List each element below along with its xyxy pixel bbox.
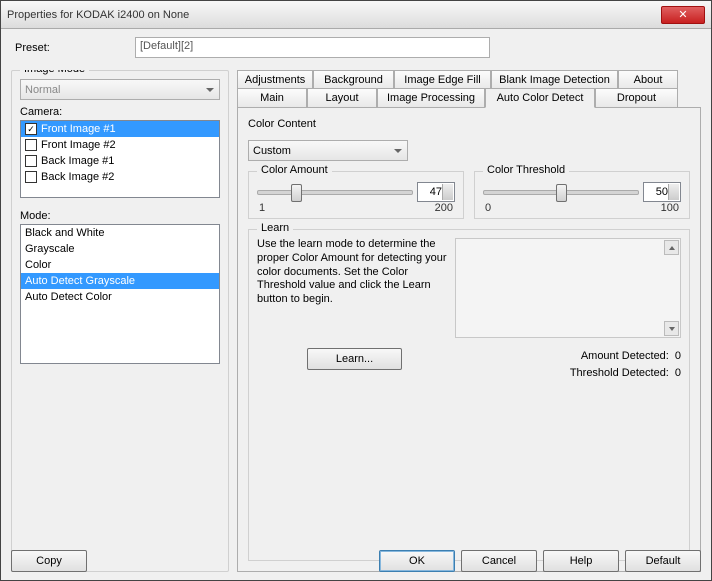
threshold-detected-label: Threshold Detected:: [570, 365, 669, 382]
camera-item[interactable]: Front Image #2: [21, 137, 219, 153]
camera-list[interactable]: Front Image #1 Front Image #2 Back Image #…: [20, 120, 220, 198]
image-mode-combo[interactable]: Normal: [20, 79, 220, 100]
image-mode-group: Image Mode Normal Camera: Front Image #1…: [11, 70, 229, 572]
left-column: Image Mode Normal Camera: Front Image #1…: [11, 70, 229, 572]
tab-auto-color-detect[interactable]: Auto Color Detect: [485, 88, 595, 108]
close-icon: ✕: [678, 8, 687, 21]
tab-panel-auto-color-detect: Color Content Custom Color Amount: [237, 107, 701, 572]
threshold-detected-value: 0: [675, 365, 681, 382]
color-threshold-max: 100: [661, 202, 679, 214]
color-content-combo[interactable]: Custom: [248, 140, 408, 161]
color-amount-min: 1: [259, 202, 265, 214]
learn-preview: [455, 238, 681, 338]
tab-dropout[interactable]: Dropout: [595, 88, 678, 107]
help-button[interactable]: Help: [543, 550, 619, 572]
mode-item[interactable]: Color: [21, 257, 219, 273]
learn-button-label: Learn...: [336, 353, 373, 365]
camera-item[interactable]: Front Image #1: [21, 121, 219, 137]
checkbox-icon[interactable]: [25, 139, 37, 151]
preset-value: [Default][2]: [140, 40, 193, 52]
tabs-row-back: AdjustmentsBackgroundImage Edge FillBlan…: [237, 70, 701, 89]
color-threshold-value: 50: [656, 186, 668, 198]
tab-main[interactable]: Main: [237, 88, 307, 107]
color-content-label: Color Content: [248, 118, 690, 130]
tab-image-edge-fill[interactable]: Image Edge Fill: [394, 70, 491, 89]
color-amount-group: Color Amount 47: [248, 171, 464, 219]
learn-group: Learn Use the learn mode to determine th…: [248, 229, 690, 561]
camera-item-label: Front Image #1: [41, 123, 116, 135]
color-amount-label: Color Amount: [257, 164, 332, 176]
color-amount-slider[interactable]: [257, 182, 413, 202]
tab-image-processing[interactable]: Image Processing: [377, 88, 485, 107]
tab-adjustments[interactable]: Adjustments: [237, 70, 313, 89]
mode-list[interactable]: Black and WhiteGrayscaleColorAuto Detect…: [20, 224, 220, 364]
image-mode-title: Image Mode: [20, 70, 89, 75]
camera-item-label: Back Image #2: [41, 171, 114, 183]
cancel-button[interactable]: Cancel: [461, 550, 537, 572]
preset-input[interactable]: [Default][2]: [135, 37, 490, 58]
camera-label: Camera:: [20, 106, 220, 118]
image-mode-combo-value: Normal: [25, 84, 60, 96]
preset-label: Preset:: [11, 42, 135, 54]
color-amount-value: 47: [430, 186, 442, 198]
tab-blank-image-detection[interactable]: Blank Image Detection: [491, 70, 618, 89]
amount-detected-value: 0: [675, 348, 681, 365]
scroll-up-button[interactable]: [664, 240, 679, 255]
checkbox-icon[interactable]: [25, 171, 37, 183]
learn-label: Learn: [257, 222, 293, 234]
columns: Image Mode Normal Camera: Front Image #1…: [11, 70, 701, 572]
tab-layout[interactable]: Layout: [307, 88, 377, 107]
color-threshold-slider[interactable]: [483, 182, 639, 202]
window-title: Properties for KODAK i2400 on None: [7, 9, 661, 21]
titlebar: Properties for KODAK i2400 on None ✕: [1, 1, 711, 29]
default-button[interactable]: Default: [625, 550, 701, 572]
content-area: Preset: [Default][2] Image Mode Normal C…: [1, 29, 711, 580]
camera-item-label: Front Image #2: [41, 139, 116, 151]
learn-button[interactable]: Learn...: [307, 348, 402, 370]
camera-item[interactable]: Back Image #2: [21, 169, 219, 185]
close-button[interactable]: ✕: [661, 6, 705, 24]
color-threshold-label: Color Threshold: [483, 164, 569, 176]
color-threshold-min: 0: [485, 202, 491, 214]
preset-row: Preset: [Default][2]: [11, 37, 701, 58]
bottom-button-bar: Copy OK Cancel Help Default: [11, 550, 701, 572]
camera-item[interactable]: Back Image #1: [21, 153, 219, 169]
amount-detected-label: Amount Detected:: [581, 348, 669, 365]
tab-background[interactable]: Background: [313, 70, 394, 89]
right-column: AdjustmentsBackgroundImage Edge FillBlan…: [237, 70, 701, 572]
dialog-window: Properties for KODAK i2400 on None ✕ Pre…: [0, 0, 712, 581]
ok-button[interactable]: OK: [379, 550, 455, 572]
color-amount-max: 200: [435, 202, 453, 214]
sliders-row: Color Amount 47: [248, 171, 690, 219]
detected-values: Amount Detected: 0 Threshold Detected: 0: [570, 348, 681, 381]
color-threshold-group: Color Threshold 50: [474, 171, 690, 219]
copy-button[interactable]: Copy: [11, 550, 87, 572]
tabs-row-front: MainLayoutImage ProcessingAuto Color Det…: [237, 88, 701, 107]
checkbox-icon[interactable]: [25, 123, 37, 135]
color-amount-spinner[interactable]: 47: [417, 182, 455, 202]
scroll-down-button[interactable]: [664, 321, 679, 336]
tab-about[interactable]: About: [618, 70, 678, 89]
learn-text: Use the learn mode to determine the prop…: [257, 238, 447, 338]
mode-item[interactable]: Grayscale: [21, 241, 219, 257]
mode-item[interactable]: Black and White: [21, 225, 219, 241]
mode-item[interactable]: Auto Detect Grayscale: [21, 273, 219, 289]
color-content-value: Custom: [253, 145, 291, 157]
mode-item[interactable]: Auto Detect Color: [21, 289, 219, 305]
color-threshold-spinner[interactable]: 50: [643, 182, 681, 202]
checkbox-icon[interactable]: [25, 155, 37, 167]
mode-label: Mode:: [20, 210, 220, 222]
camera-item-label: Back Image #1: [41, 155, 114, 167]
